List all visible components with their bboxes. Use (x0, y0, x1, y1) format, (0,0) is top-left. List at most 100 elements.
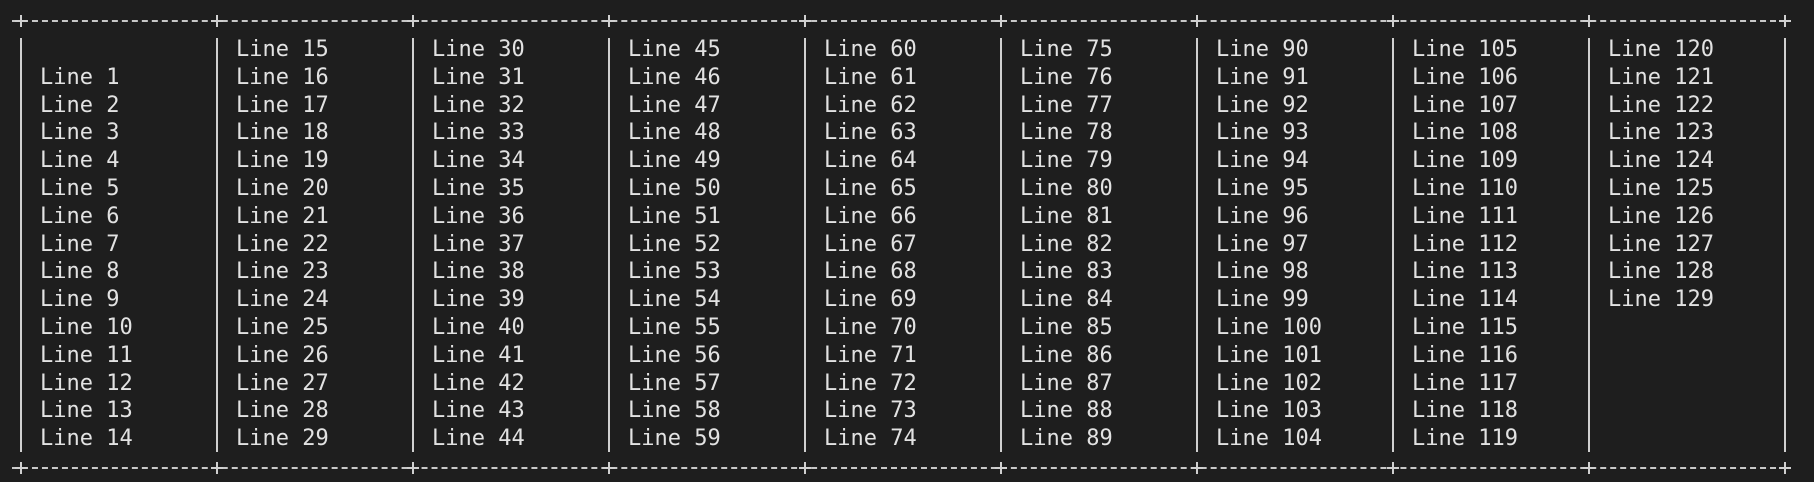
terminal-line: Line 26 (236, 342, 329, 368)
terminal-line: Line 125 (1608, 175, 1714, 201)
column-2: Line 15 Line 16 Line 17 Line 18 Line 19 Line … (236, 36, 329, 453)
terminal-line: Line 94 (1216, 148, 1309, 174)
table-border-top (12, 20, 1786, 22)
terminal-line: Line 70 (824, 314, 917, 340)
column-separator (216, 38, 218, 452)
terminal-line: Line 16 (236, 64, 329, 90)
terminal-line: Line 90 (1216, 37, 1309, 62)
terminal-line: Line 128 (1608, 259, 1714, 285)
column-4: Line 45 Line 46 Line 47 Line 48 Line 49 Line … (628, 36, 721, 453)
terminal-line: Line 112 (1412, 231, 1518, 257)
terminal-line: Line 56 (628, 342, 721, 368)
terminal-line: Line 69 (824, 287, 917, 313)
terminal-line: Line 25 (236, 314, 329, 340)
terminal-line: Line 93 (1216, 120, 1309, 146)
terminal-line: Line 119 (1412, 426, 1518, 452)
terminal-line: Line 65 (824, 175, 917, 201)
terminal-line: Line 57 (628, 370, 721, 396)
terminal-line: Line 17 (236, 92, 329, 118)
border-junction (995, 462, 1007, 474)
terminal-line: Line 14 (40, 426, 133, 452)
terminal-line: Line 27 (236, 370, 329, 396)
terminal-line: Line 78 (1020, 120, 1113, 146)
terminal-line: Line 73 (824, 398, 917, 424)
border-junction (1583, 15, 1595, 27)
terminal-line: Line 79 (1020, 148, 1113, 174)
border-junction (1191, 15, 1203, 27)
border-junction (407, 462, 419, 474)
terminal-line: Line 104 (1216, 426, 1322, 452)
column-separator (412, 38, 414, 452)
terminal-line: Line 49 (628, 148, 721, 174)
column-separator (1196, 38, 1198, 452)
terminal-line: Line 92 (1216, 92, 1309, 118)
terminal-line: Line 67 (824, 231, 917, 257)
terminal-line: Line 58 (628, 398, 721, 424)
terminal-line: Line 37 (432, 231, 525, 257)
border-junction (1779, 462, 1791, 474)
terminal-line: Line 74 (824, 426, 917, 452)
terminal-line: Line 76 (1020, 64, 1113, 90)
terminal-line: Line 116 (1412, 342, 1518, 368)
terminal-window: Line 1 Line 2 Line 3 Line 4 Line 5 Line 6 Line… (0, 0, 1814, 482)
terminal-line: Line 82 (1020, 231, 1113, 257)
column-separator (1588, 38, 1590, 452)
terminal-line: Line 1 (40, 64, 120, 90)
border-junction (15, 15, 27, 27)
terminal-line: Line 45 (628, 37, 721, 62)
border-junction (1191, 462, 1203, 474)
column-8: Line 105 Line 106 Line 107 Line 108 Line 109… (1412, 36, 1518, 453)
terminal-line: Line 95 (1216, 175, 1309, 201)
border-junction (1387, 15, 1399, 27)
terminal-line: Line 4 (40, 148, 120, 174)
terminal-line: Line 55 (628, 314, 721, 340)
terminal-line: Line 36 (432, 203, 525, 229)
terminal-line: Line 96 (1216, 203, 1309, 229)
terminal-line: Line 10 (40, 314, 133, 340)
terminal-line: Line 21 (236, 203, 329, 229)
terminal-line: Line 8 (40, 259, 120, 285)
terminal-line: Line 24 (236, 287, 329, 313)
terminal-line: Line 32 (432, 92, 525, 118)
border-junction (211, 462, 223, 474)
terminal-line: Line 48 (628, 120, 721, 146)
terminal-line: Line 64 (824, 148, 917, 174)
terminal-line: Line 40 (432, 314, 525, 340)
terminal-line: Line 117 (1412, 370, 1518, 396)
terminal-line: Line 63 (824, 120, 917, 146)
terminal-line: Line 23 (236, 259, 329, 285)
terminal-line: Line 98 (1216, 259, 1309, 285)
terminal-line: Line 111 (1412, 203, 1518, 229)
column-separator (804, 38, 806, 452)
terminal-line: Line 103 (1216, 398, 1322, 424)
table-border-bottom (12, 467, 1786, 469)
terminal-line: Line 81 (1020, 203, 1113, 229)
border-junction (15, 462, 27, 474)
border-junction (1583, 462, 1595, 474)
terminal-line: Line 86 (1020, 342, 1113, 368)
terminal-line: Line 29 (236, 426, 329, 452)
terminal-line: Line 7 (40, 231, 120, 257)
terminal-line: Line 43 (432, 398, 525, 424)
terminal-line: Line 50 (628, 175, 721, 201)
terminal-line: Line 9 (40, 287, 120, 313)
terminal-line: Line 38 (432, 259, 525, 285)
column-separator (20, 38, 22, 452)
terminal-line: Line 12 (40, 370, 133, 396)
terminal-line: Line 22 (236, 231, 329, 257)
terminal-line: Line 114 (1412, 287, 1518, 313)
terminal-line: Line 66 (824, 203, 917, 229)
terminal-line: Line 42 (432, 370, 525, 396)
terminal-line: Line 101 (1216, 342, 1322, 368)
terminal-line: Line 123 (1608, 120, 1714, 146)
terminal-line: Line 118 (1412, 398, 1518, 424)
terminal-line: Line 59 (628, 426, 721, 452)
terminal-line: Line 31 (432, 64, 525, 90)
terminal-line: Line 6 (40, 203, 120, 229)
terminal-line: Line 18 (236, 120, 329, 146)
terminal-line: Line 61 (824, 64, 917, 90)
terminal-line: Line 122 (1608, 92, 1714, 118)
terminal-line: Line 60 (824, 37, 917, 62)
terminal-line: Line 44 (432, 426, 525, 452)
terminal-line: Line 113 (1412, 259, 1518, 285)
